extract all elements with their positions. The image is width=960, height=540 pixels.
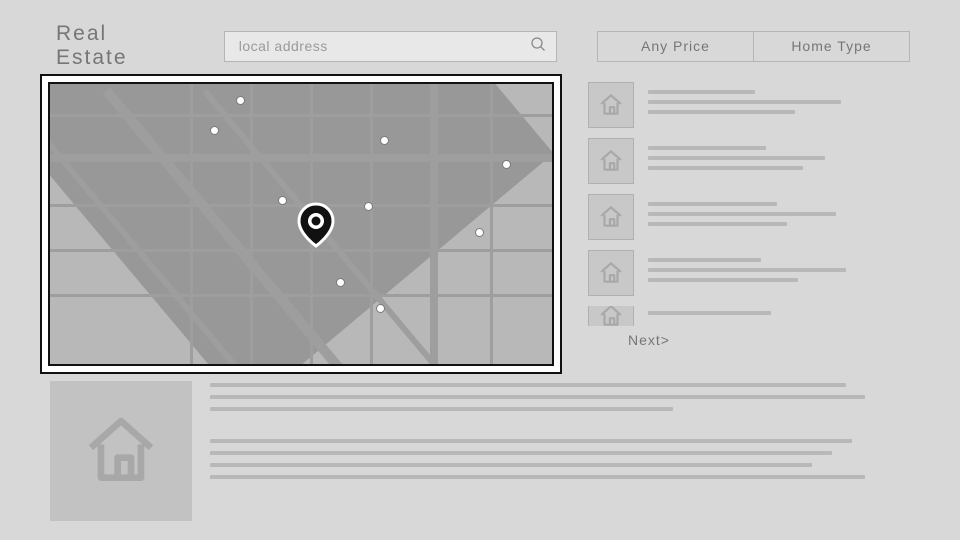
- house-icon: [598, 260, 624, 286]
- listing-text: [648, 202, 916, 232]
- map-listing-dot[interactable]: [376, 304, 385, 313]
- house-icon: [598, 306, 624, 326]
- listing-thumbnail: [588, 306, 634, 326]
- search-box[interactable]: [224, 31, 557, 62]
- price-filter-button[interactable]: Any Price: [598, 32, 753, 61]
- house-icon: [598, 92, 624, 118]
- map-panel[interactable]: [40, 74, 562, 374]
- prev-button[interactable]: Next>: [628, 332, 670, 348]
- listing-item[interactable]: [588, 82, 916, 128]
- listing-thumbnail: [588, 250, 634, 296]
- map-listing-dot[interactable]: [336, 278, 345, 287]
- home-type-filter-button[interactable]: Home Type: [753, 32, 909, 61]
- listing-text: [648, 258, 916, 288]
- detail-description: [210, 381, 872, 521]
- app-title: Real Estate: [56, 22, 184, 70]
- map-listing-dot[interactable]: [278, 196, 287, 205]
- map-listing-dot[interactable]: [210, 126, 219, 135]
- map-listing-dot[interactable]: [502, 160, 511, 169]
- search-input[interactable]: [239, 38, 530, 54]
- map-listing-dot[interactable]: [475, 228, 484, 237]
- listing-item[interactable]: [588, 250, 916, 296]
- house-icon: [598, 148, 624, 174]
- listing-item[interactable]: [588, 194, 916, 240]
- listing-item[interactable]: [588, 138, 916, 184]
- next-button[interactable]: Next>: [628, 332, 670, 348]
- map-pin-icon[interactable]: [292, 200, 340, 248]
- listing-text: [648, 90, 916, 120]
- map-listing-dot[interactable]: [380, 136, 389, 145]
- listing-text: [648, 146, 916, 176]
- map-listing-dot[interactable]: [364, 202, 373, 211]
- house-icon: [598, 204, 624, 230]
- listing-text: [648, 311, 916, 321]
- listing-thumbnail: [588, 194, 634, 240]
- listing-thumbnail: [588, 138, 634, 184]
- map-canvas[interactable]: [48, 82, 554, 366]
- house-icon: [81, 411, 161, 491]
- listing-thumbnail: [588, 82, 634, 128]
- listings-panel: Next>: [588, 82, 916, 348]
- listing-item[interactable]: [588, 306, 916, 326]
- detail-panel: [50, 381, 872, 521]
- map-listing-dot[interactable]: [236, 96, 245, 105]
- filter-group: Any Price Home Type: [597, 31, 910, 62]
- search-icon[interactable]: [530, 36, 546, 57]
- detail-thumbnail[interactable]: [50, 381, 192, 521]
